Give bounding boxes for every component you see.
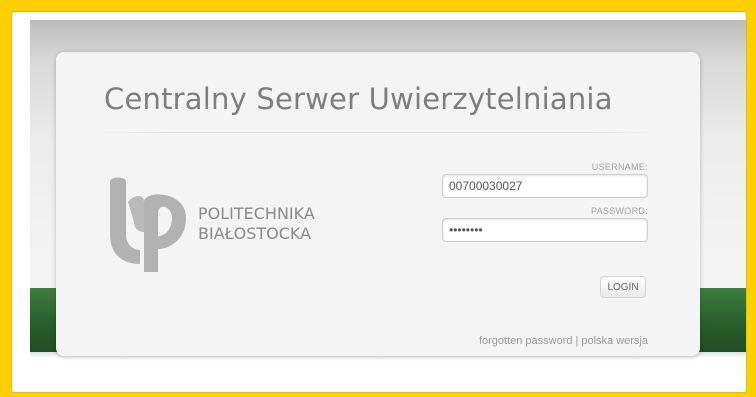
title-divider xyxy=(92,132,664,133)
forgotten-password-link[interactable]: forgotten password xyxy=(479,335,573,347)
footer-links: forgotten password | polska wersja xyxy=(479,335,648,347)
university-name: POLITECHNIKA BIAŁOSTOCKA xyxy=(198,204,315,244)
password-input[interactable] xyxy=(442,218,648,242)
login-card: Centralny Serwer Uwierzytelniania POLITE… xyxy=(56,52,700,356)
password-label: PASSWORD: xyxy=(590,206,648,216)
university-name-line1: POLITECHNIKA xyxy=(198,204,315,223)
pb-logo-icon xyxy=(110,177,186,272)
username-label: USERNAME: xyxy=(591,162,648,172)
login-button[interactable]: LOGIN xyxy=(600,276,646,298)
page-title: Centralny Serwer Uwierzytelniania xyxy=(104,82,613,116)
university-logo: POLITECHNIKA BIAŁOSTOCKA xyxy=(104,172,364,272)
footer-separator: | xyxy=(575,335,579,347)
login-form: USERNAME: PASSWORD: xyxy=(442,162,652,242)
university-name-line2: BIAŁOSTOCKA xyxy=(198,224,312,243)
language-switch-link[interactable]: polska wersja xyxy=(581,335,648,347)
username-input[interactable] xyxy=(442,174,648,198)
